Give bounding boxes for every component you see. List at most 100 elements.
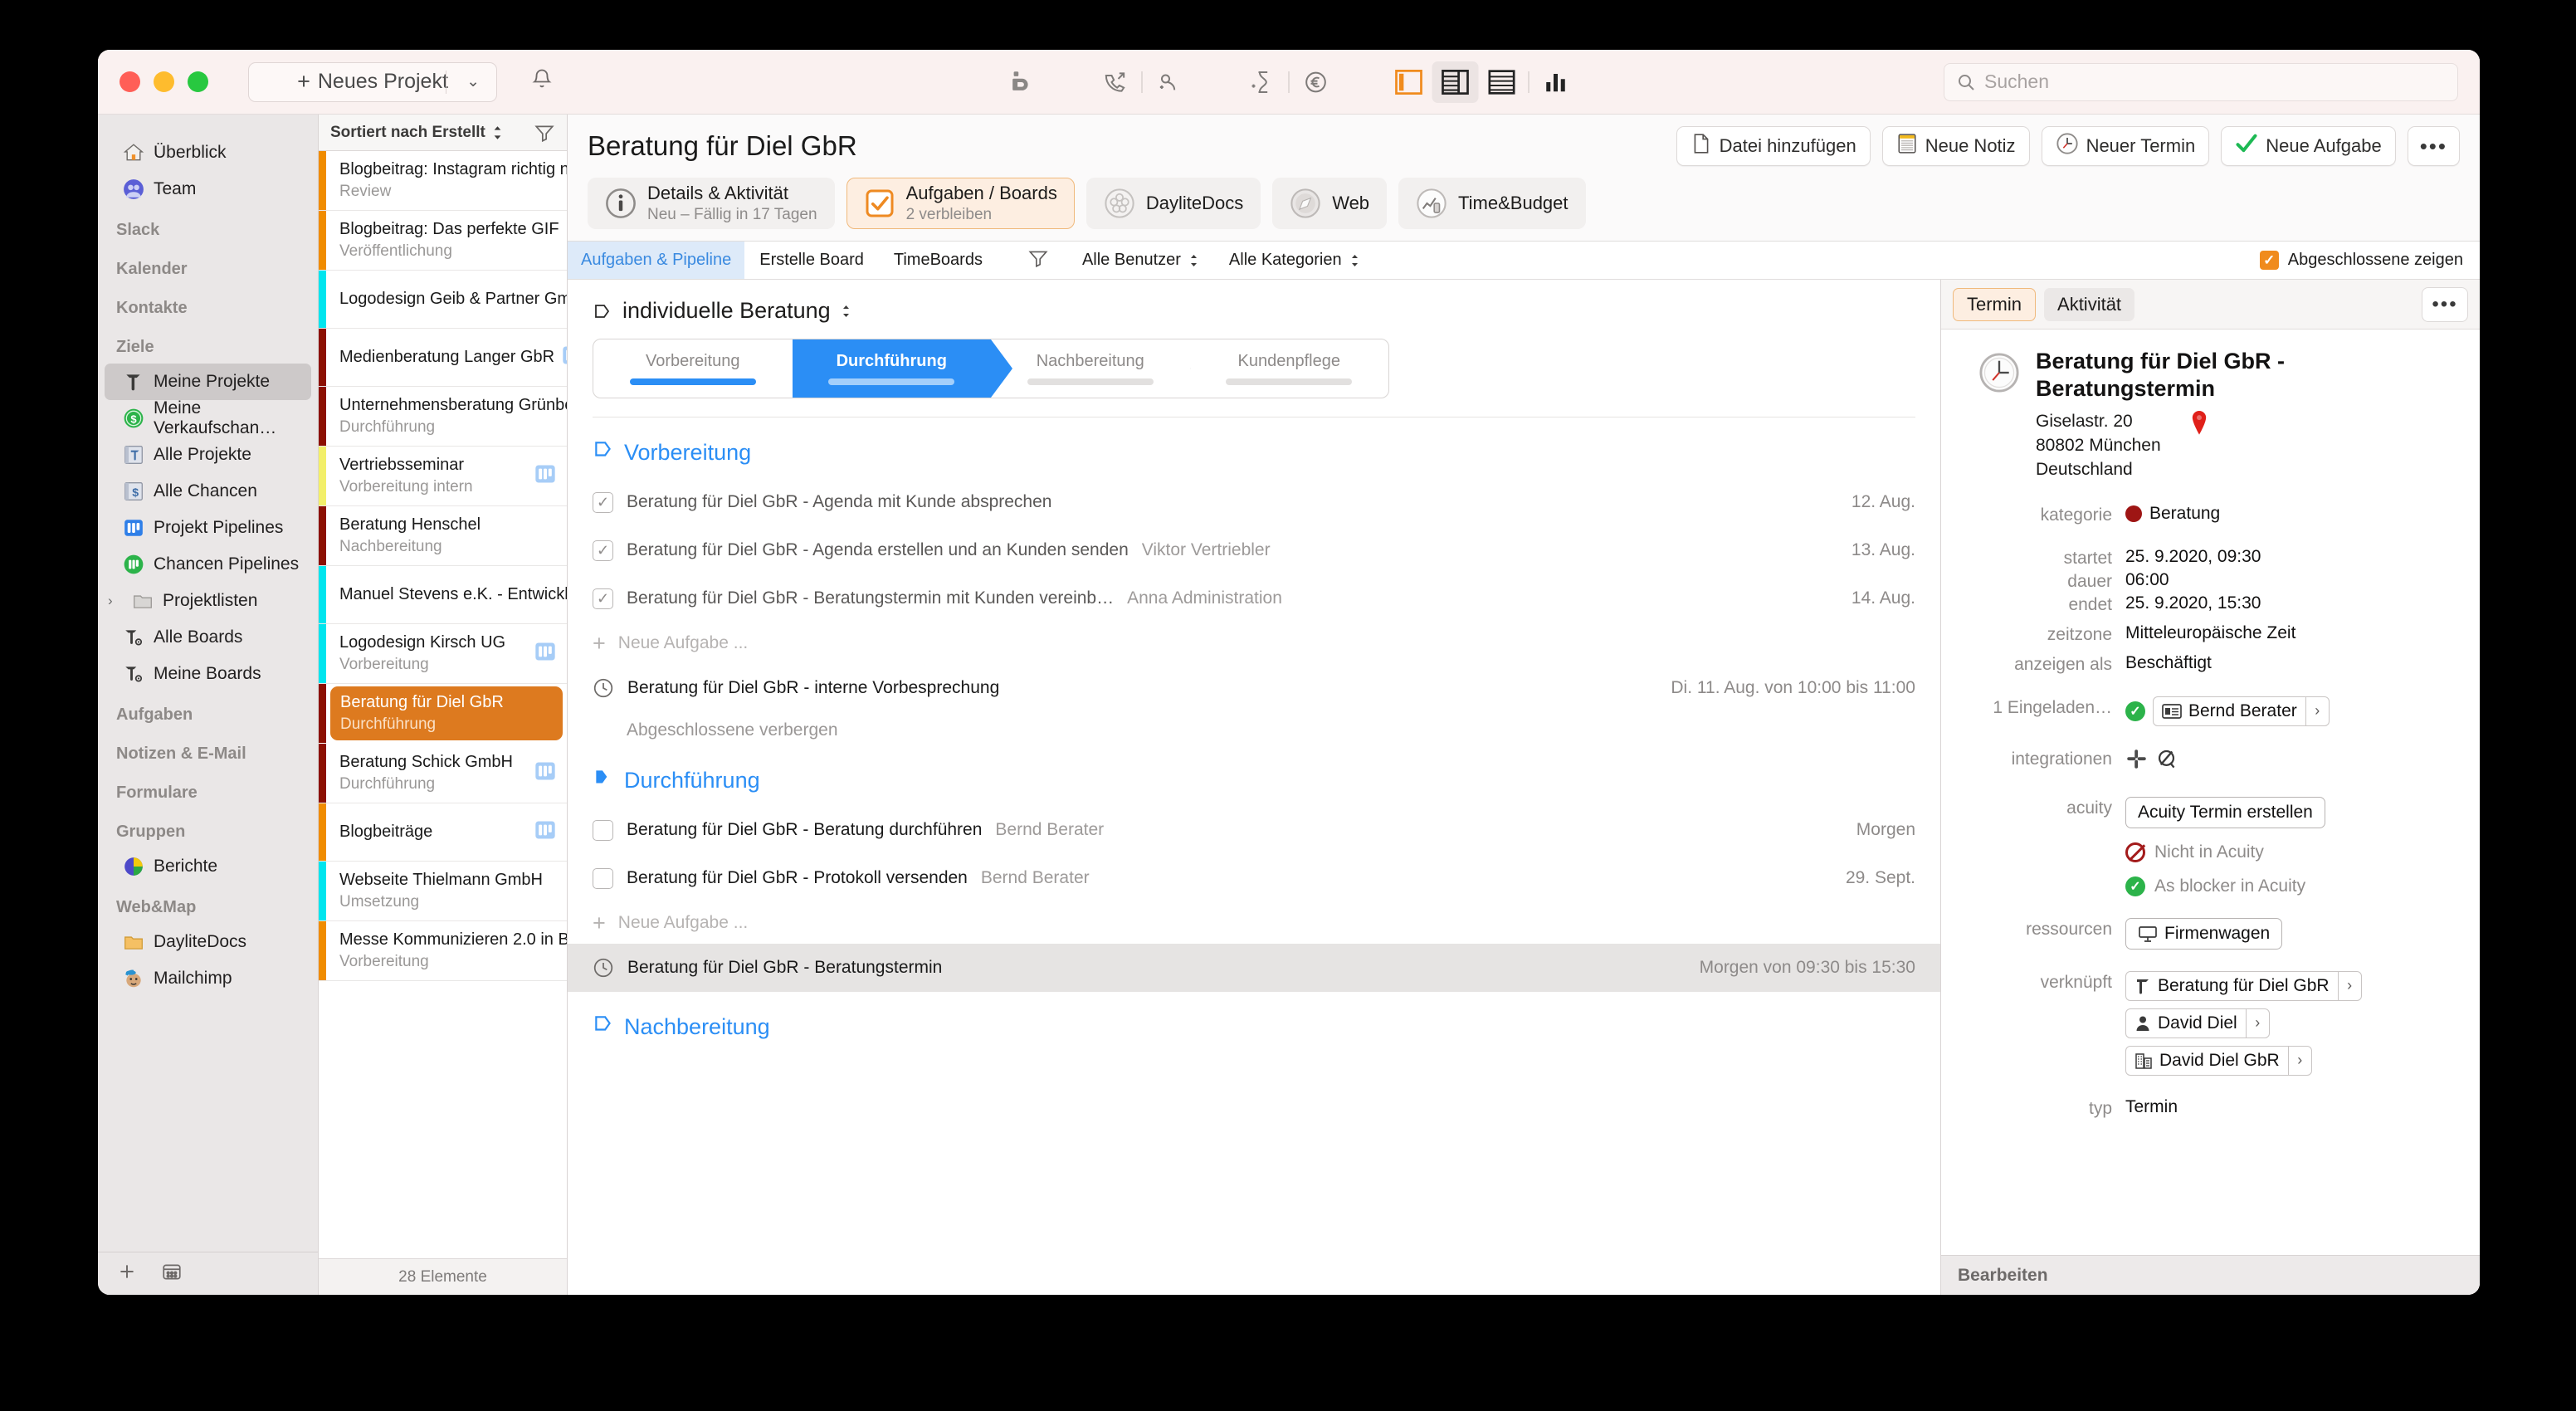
project-list-item[interactable]: Unternehmensberatung Grünberg Consult… Du… (319, 387, 567, 447)
sidebar-scroll[interactable]: Überblick Team Slack Kalender Kontakte Ziele M… (98, 115, 318, 1252)
chevron-right-icon[interactable]: › (2305, 696, 2329, 725)
tab-erstelle-board[interactable]: Erstelle Board (744, 251, 879, 270)
sidebar-item-projekt-pipelines[interactable]: Projekt Pipelines (105, 510, 311, 546)
funnel-icon[interactable] (998, 247, 1067, 274)
sidebar-item-alle-boards[interactable]: Alle Boards (105, 619, 311, 656)
project-list-item[interactable]: Medienberatung Langer GbR (319, 329, 567, 387)
kanban-board-icon[interactable] (534, 818, 557, 846)
kanban-board-icon[interactable] (534, 462, 557, 490)
pipeline-stage-nachbereitung[interactable]: Nachbereitung (991, 339, 1191, 398)
task-section-header-nachbereitung[interactable]: Nachbereitung (568, 992, 1940, 1052)
call-out-icon[interactable] (1092, 61, 1139, 103)
funnel-icon[interactable] (534, 122, 555, 144)
sidebar-item-projektlisten[interactable]: › Projektlisten (105, 583, 311, 619)
bell-icon[interactable] (530, 66, 554, 97)
inspector-edit-button[interactable]: Bearbeiten (1941, 1255, 2480, 1295)
sidebar-item-berblick[interactable]: Überblick (105, 134, 311, 171)
tab-web[interactable]: Web (1272, 178, 1388, 229)
show-completed-checkbox[interactable]: ✓ Abgeschlossene zeigen (2259, 251, 2480, 270)
maximize-window-button[interactable] (188, 71, 208, 92)
create-acuity-appointment-button[interactable]: Acuity Termin erstellen (2125, 796, 2325, 828)
task-row[interactable]: Beratung für Diel GbR - Beratung durchfü… (568, 806, 1940, 854)
project-list-item[interactable]: Logodesign Kirsch UG Vorbereitung (319, 624, 567, 684)
project-list-item[interactable]: Blogbeitrag: Instagram richtig nutzen Rev… (319, 151, 567, 211)
sidebar-item-meine-verkaufschan[interactable]: $ Meine Verkaufschan… (105, 398, 311, 437)
new-task-input[interactable]: + Neue Aufgabe ... (568, 902, 1940, 944)
task-checkbox[interactable]: ✓ (593, 491, 613, 513)
inspector-more-button[interactable]: ••• (2422, 286, 2468, 322)
appointment-row[interactable]: Beratung für Diel GbR - Beratungstermin M… (568, 944, 1940, 992)
task-section-header-vorbereitung[interactable]: Vorbereitung (568, 417, 1940, 478)
sidebar-toggle-icon[interactable] (1386, 61, 1432, 103)
tab-daylitedocs[interactable]: DayliteDocs (1086, 178, 1261, 229)
project-list-rows[interactable]: Blogbeitrag: Instagram richtig nutzen Rev… (319, 151, 567, 1258)
sidebar-item-team[interactable]: Team (105, 171, 311, 208)
add-task-icon[interactable] (1239, 61, 1286, 103)
task-row[interactable]: ✓ Beratung für Diel GbR - Beratungstermin… (568, 574, 1940, 622)
chevron-right-icon[interactable]: › (2245, 1008, 2269, 1038)
neue-notiz-button[interactable]: Neue Notiz (1881, 126, 2030, 166)
tab-time-budget[interactable]: Time&Budget (1398, 178, 1586, 229)
task-row[interactable]: Beratung für Diel GbR - Protokoll versen… (568, 854, 1940, 902)
map-pin-icon[interactable] (2190, 410, 2208, 443)
task-checkbox[interactable]: ✓ (593, 540, 613, 561)
pipeline-stages[interactable]: Vorbereitung Durchführung Nachbereitung Kun… (593, 339, 1389, 398)
sidebar-item-alle-projekte[interactable]: Alle Projekte (105, 437, 311, 473)
task-checkbox[interactable]: ✓ (593, 588, 613, 609)
kanban-board-icon[interactable] (534, 640, 557, 667)
plus-icon[interactable] (116, 1261, 138, 1286)
datei-hinzufügen-button[interactable]: Datei hinzufügen (1676, 126, 1871, 166)
invited-chip-bernd-berater[interactable]: Bernd Berater › (2153, 696, 2330, 726)
user-filter-select[interactable]: Alle Benutzer (1067, 251, 1214, 270)
pipeline-name-control[interactable]: individuelle Beratung (593, 298, 1915, 324)
chevron-right-icon[interactable]: › (2287, 1046, 2311, 1075)
pipeline-stage-vorbereitung[interactable]: Vorbereitung (593, 339, 793, 398)
resource-chip-firmenwagen[interactable]: Firmenwagen (2125, 917, 2283, 950)
acuity-icon[interactable] (2155, 748, 2178, 775)
tab-details-aktivit-t[interactable]: Details & Aktivität Neu – Fällig in 17 Ta… (588, 178, 835, 229)
sidebar-item-mailchimp[interactable]: Mailchimp (105, 960, 311, 997)
tab-timeboards[interactable]: TimeBoards (879, 251, 998, 270)
task-row[interactable]: ✓ Beratung für Diel GbR - Agenda erstelle… (568, 526, 1940, 574)
calendar-icon[interactable] (161, 1261, 183, 1286)
task-row[interactable]: ✓ Beratung für Diel GbR - Agenda mit Kund… (568, 478, 1940, 526)
daylite-logo-icon[interactable] (999, 61, 1046, 103)
project-list-item[interactable]: Messe Kommunizieren 2.0 in Berlin Vorbere… (319, 921, 567, 981)
sidebar-item-berichte[interactable]: Berichte (105, 848, 311, 885)
project-list-item[interactable]: Beratung Schick GmbH Durchführung (319, 744, 567, 803)
project-list-item[interactable]: Beratung für Diel GbR Durchführung (319, 684, 567, 744)
sidebar-item-chancen-pipelines[interactable]: Chancen Pipelines (105, 546, 311, 583)
sort-control[interactable]: Sortiert nach Erstellt (330, 124, 504, 142)
task-checkbox[interactable] (593, 867, 613, 889)
linked-chip-person[interactable]: David Diel › (2125, 1008, 2270, 1038)
add-contact-icon[interactable] (1146, 61, 1193, 103)
project-list-item[interactable]: Blogbeiträge (319, 803, 567, 862)
new-task-input[interactable]: + Neue Aufgabe ... (568, 622, 1940, 664)
project-list-item[interactable]: Webseite Thielmann GmbH Umsetzung (319, 862, 567, 921)
neuer-termin-button[interactable]: Neuer Termin (2041, 126, 2210, 166)
chevron-right-icon[interactable]: › (2337, 971, 2361, 1000)
chevron-down-icon[interactable]: ⌄ (466, 72, 480, 91)
hide-completed-link[interactable]: Abgeschlossene verbergen (568, 712, 1940, 745)
project-list-item[interactable]: Blogbeitrag: Das perfekte GIF Veröffentli… (319, 211, 567, 271)
close-window-button[interactable] (120, 71, 140, 92)
project-list-item[interactable]: Logodesign Geib & Partner GmbH (319, 271, 567, 329)
chart-view-icon[interactable] (1533, 61, 1579, 103)
kanban-board-icon[interactable] (534, 759, 557, 787)
pipeline-stage-kundenpflege[interactable]: Kundenpflege (1190, 339, 1389, 398)
euro-icon[interactable] (1293, 61, 1339, 103)
sidebar-item-meine-boards[interactable]: Meine Boards (105, 656, 311, 692)
neue-aufgabe-button[interactable]: Neue Aufgabe (2221, 126, 2396, 166)
more-actions-button[interactable]: ••• (2407, 126, 2460, 166)
project-list-item[interactable]: Beratung Henschel Nachbereitung (319, 506, 567, 566)
project-list-item[interactable]: Manuel Stevens e.K. - Entwicklung Websit… (319, 566, 567, 624)
project-list-item[interactable]: Vertriebsseminar Vorbereitung intern (319, 447, 567, 506)
tab-aufgaben-boards[interactable]: Aufgaben / Boards 2 verbleiben (846, 178, 1075, 229)
sidebar-item-daylitedocs[interactable]: DayliteDocs (105, 924, 311, 960)
task-section-header-durchführung[interactable]: Durchführung (568, 745, 1940, 806)
inspector-toggle-icon[interactable] (1432, 61, 1479, 103)
chevron-right-icon[interactable]: › (108, 593, 121, 609)
list-view-icon[interactable] (1479, 61, 1525, 103)
minimize-window-button[interactable] (154, 71, 174, 92)
inspector-tab-aktivitaet[interactable]: Aktivität (2044, 287, 2135, 321)
